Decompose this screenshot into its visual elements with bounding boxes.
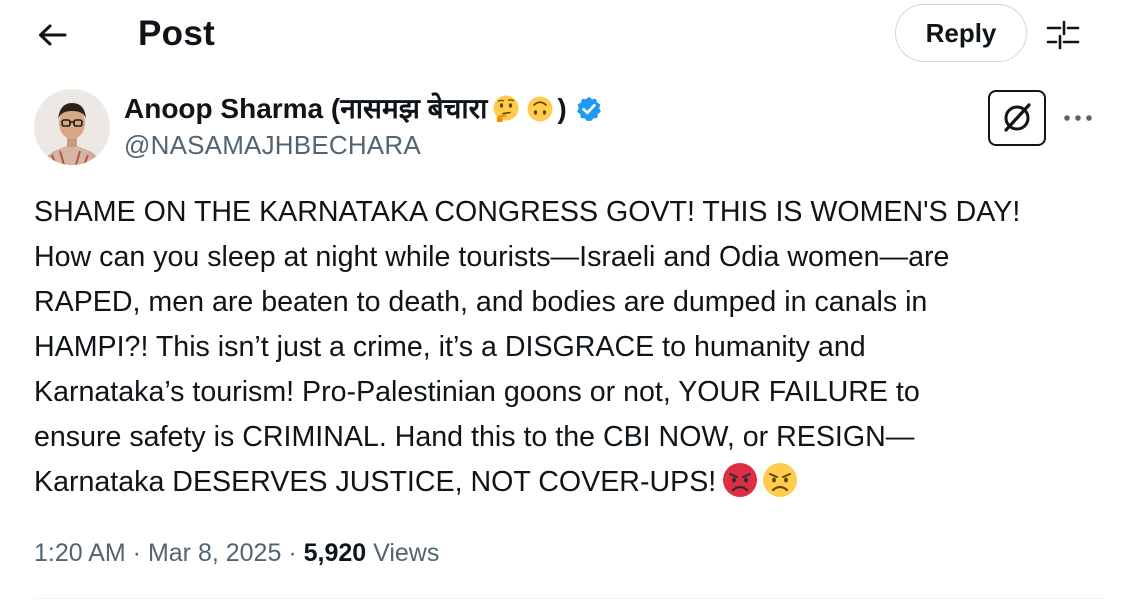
reply-button[interactable]: Reply xyxy=(895,4,1027,62)
more-dots-icon xyxy=(1064,115,1092,121)
verified-badge-icon xyxy=(576,96,601,122)
author-name-text: Anoop Sharma (नासमझ बेचारा xyxy=(124,93,488,124)
sliders-icon xyxy=(1046,20,1080,50)
page-title: Post xyxy=(138,14,216,53)
back-button[interactable] xyxy=(28,13,76,57)
tweet-line-text: Karnataka DESERVES JUSTICE, NOT COVER-UP… xyxy=(34,466,717,498)
angry-face-icon xyxy=(763,463,798,497)
author-handle[interactable]: @NASAMAJHBECHARA xyxy=(124,128,421,162)
arrow-left-icon xyxy=(39,24,67,46)
grok-button[interactable] xyxy=(988,90,1046,146)
tweet-line: Karnataka’s tourism! Pro-Palestinian goo… xyxy=(34,376,920,408)
more-options-button[interactable] xyxy=(1058,98,1098,138)
tweet-line: SHAME ON THE KARNATAKA CONGRESS GOVT! TH… xyxy=(34,196,1021,228)
thinking-face-icon xyxy=(493,95,519,122)
settings-button[interactable] xyxy=(1040,12,1086,58)
meta-separator: · xyxy=(281,539,304,567)
post-date[interactable]: Mar 8, 2025 xyxy=(148,539,281,567)
tweet-line: How can you sleep at night while tourist… xyxy=(34,241,950,273)
meta-separator: · xyxy=(125,539,148,567)
post-time[interactable]: 1:20 AM xyxy=(34,539,126,567)
grok-icon xyxy=(1004,103,1031,132)
tweet-line: HAMPI?! This isn’t just a crime, it’s a … xyxy=(34,331,866,363)
views-label: Views xyxy=(373,539,440,567)
tweet-line: ensure safety is CRIMINAL. Hand this to … xyxy=(34,421,915,453)
upside-down-face-icon xyxy=(527,96,553,122)
tweet-line: RAPED, men are beaten to death, and bodi… xyxy=(34,286,928,318)
views-count: 5,920 xyxy=(303,539,367,567)
avatar-image xyxy=(34,89,110,165)
divider xyxy=(34,598,1104,599)
author-name[interactable]: Anoop Sharma (नासमझ बेचारा ) xyxy=(124,92,603,126)
tweet-text: SHAME ON THE KARNATAKA CONGRESS GOVT! TH… xyxy=(34,190,1114,505)
pouting-face-icon xyxy=(723,463,758,497)
author-name-close: ) xyxy=(557,93,567,124)
post-meta: 1:20 AM · Mar 8, 2025 · 5,920 Views xyxy=(34,534,439,572)
post-header: Post Reply xyxy=(0,0,1142,70)
avatar[interactable] xyxy=(34,89,110,165)
tweet-line-last: Karnataka DESERVES JUSTICE, NOT COVER-UP… xyxy=(34,460,1114,505)
